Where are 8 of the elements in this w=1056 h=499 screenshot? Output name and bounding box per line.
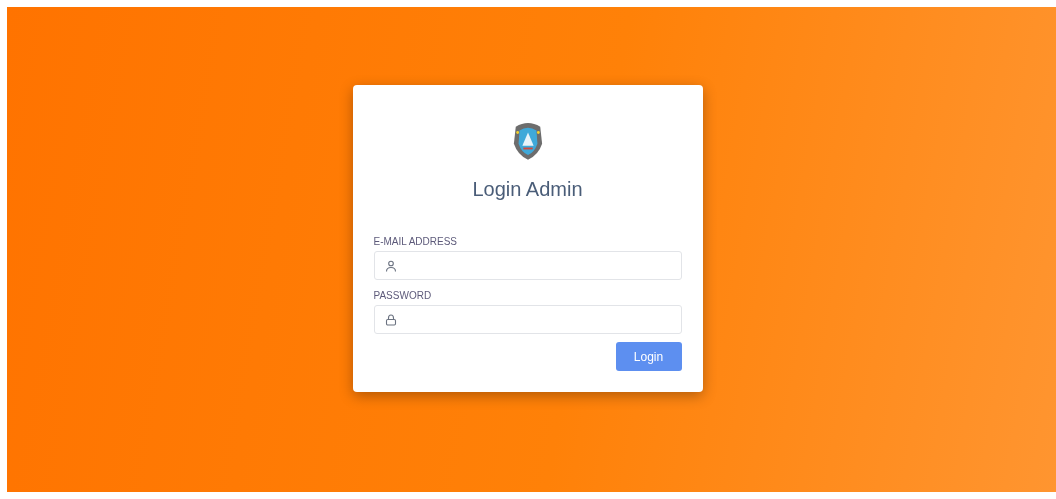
email-field[interactable] (373, 251, 682, 280)
field-label: E-MAIL ADDRESS (373, 236, 459, 247)
lock-icon (384, 313, 397, 326)
login-button[interactable]: Login (615, 342, 682, 371)
password-field[interactable] (373, 305, 682, 334)
login-title: Login Admin (472, 178, 583, 201)
user-icon (384, 259, 397, 272)
field-label: PASSWORD (373, 290, 433, 301)
